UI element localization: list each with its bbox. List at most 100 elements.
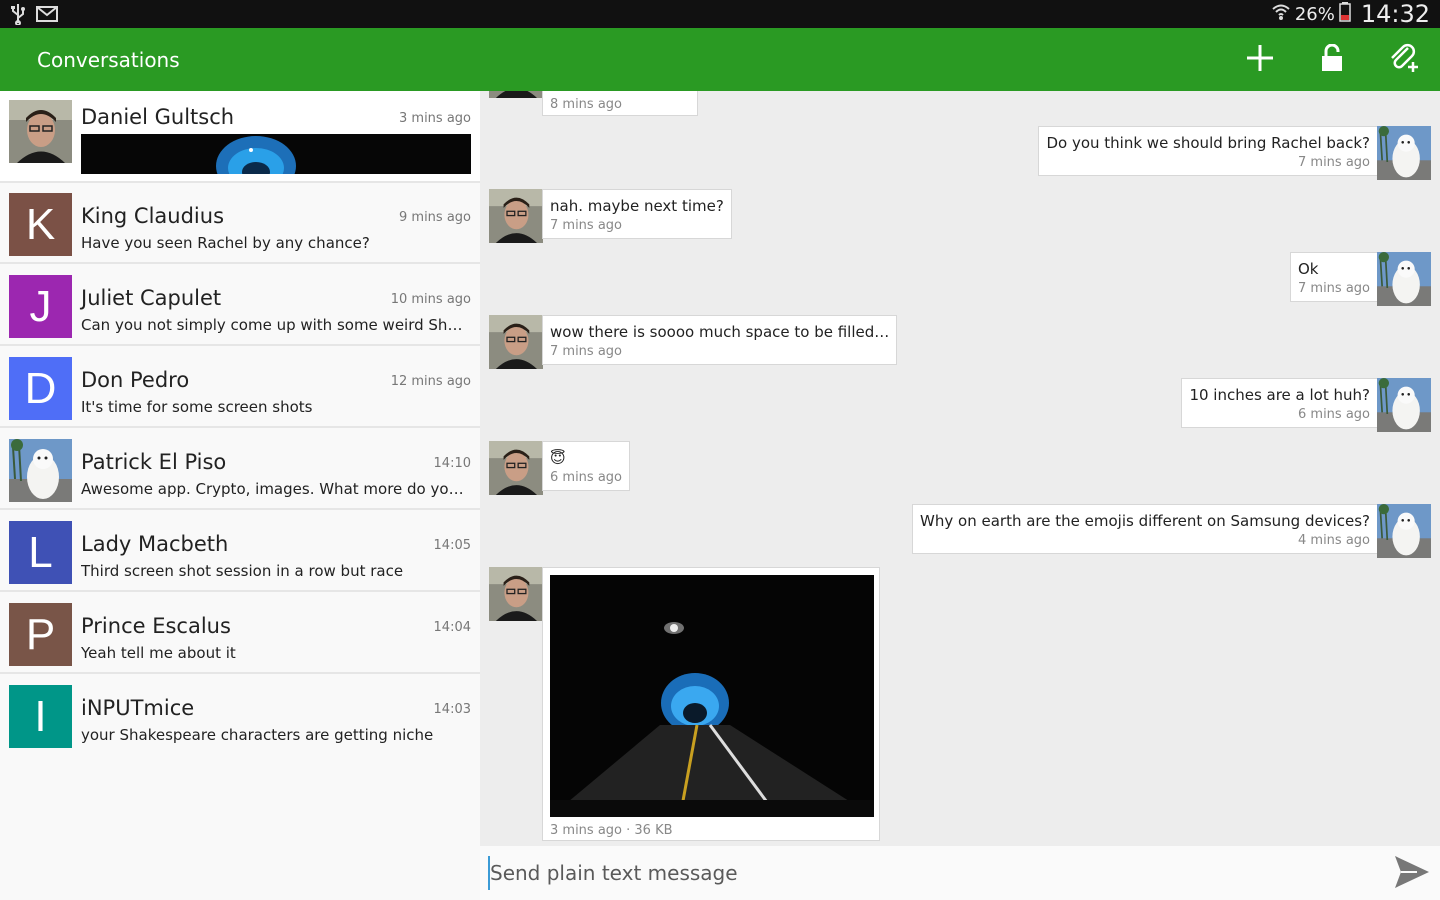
conversation-item[interactable]: K King Claudius 9 mins ago Have you seen… — [0, 184, 480, 264]
message-bubble[interactable]: Do you think we should bring Rachel back… — [1038, 126, 1378, 176]
avatar-letter: K — [25, 199, 56, 249]
gmail-icon — [36, 6, 58, 26]
avatar-letter: I — [34, 691, 47, 741]
conversation-name: Lady Macbeth — [81, 532, 229, 556]
conversation-preview: It's time for some screen shots — [81, 398, 313, 416]
conversation-item[interactable]: I iNPUTmice 14:03 your Shakespeare chara… — [0, 676, 480, 756]
message-bubble[interactable]: nah. maybe next time? 7 mins ago — [542, 189, 732, 239]
conversation-preview: your Shakespeare characters are getting … — [81, 726, 434, 744]
avatar — [1377, 126, 1431, 180]
message-text: 😇 — [550, 449, 566, 467]
usb-icon — [10, 3, 26, 29]
conversation-item[interactable]: Patrick El Piso 14:10 Awesome app. Crypt… — [0, 430, 480, 510]
conversation-preview: Awesome app. Crypto, images. What more d… — [81, 480, 471, 498]
status-bar: 26% 14:32 — [0, 0, 1440, 28]
conversation-name: Prince Escalus — [81, 614, 231, 638]
attach-button[interactable] — [1368, 28, 1440, 91]
message-list[interactable]: 8 mins ago Do you think we should bring … — [480, 91, 1440, 846]
conversation-preview: Can you not simply come up with some wei… — [81, 316, 471, 334]
message-bubble[interactable]: Ok 7 mins ago — [1290, 252, 1378, 302]
conversation-time: 14:04 — [433, 620, 471, 635]
message-meta: 3 mins ago · 36 KB — [550, 823, 673, 838]
message-input[interactable] — [488, 856, 1368, 890]
conversation-name: Daniel Gultsch — [81, 105, 235, 129]
message-bubble[interactable]: 8 mins ago — [542, 91, 698, 116]
avatar: I — [9, 685, 72, 748]
battery-icon — [1339, 1, 1351, 27]
message-text: nah. maybe next time? — [550, 197, 724, 215]
conversation-item[interactable]: J Juliet Capulet 10 mins ago Can you not… — [0, 266, 480, 346]
avatar — [1377, 378, 1431, 432]
avatar-letter: D — [24, 363, 57, 413]
conversation-preview: Third screen shot session in a row but r… — [81, 562, 404, 580]
avatar — [489, 91, 543, 98]
conversation-time: 3 mins ago — [399, 111, 471, 126]
compose-bar — [480, 846, 1440, 900]
lock-icon — [1321, 43, 1343, 76]
avatar: K — [9, 193, 72, 256]
app-bar: Conversations — [0, 28, 1440, 91]
message-image[interactable] — [550, 575, 874, 817]
conversation-item[interactable]: L Lady Macbeth 14:05 Third screen shot s… — [0, 512, 480, 592]
avatar — [9, 100, 72, 163]
message-text: Do you think we should bring Rachel back… — [1046, 134, 1370, 152]
message-bubble[interactable]: wow there is soooo much space to be fill… — [542, 315, 898, 365]
message-text: wow there is soooo much space to be fill… — [550, 323, 890, 341]
avatar — [489, 441, 543, 495]
avatar — [489, 189, 543, 243]
conversation-time: 9 mins ago — [399, 210, 471, 225]
avatar: J — [9, 275, 72, 338]
conversation-time: 14:05 — [433, 538, 471, 553]
battery-percent: 26% — [1294, 3, 1335, 25]
add-icon — [1245, 43, 1275, 77]
avatar: L — [9, 521, 72, 584]
conversation-item[interactable]: D Don Pedro 12 mins ago It's time for so… — [0, 348, 480, 428]
message-text: Ok — [1298, 260, 1319, 278]
attach-icon — [1388, 42, 1420, 78]
message-text: 10 inches are a lot huh? — [1189, 386, 1370, 404]
message-bubble[interactable]: 3 mins ago · 36 KB — [542, 567, 880, 841]
message-bubble[interactable]: Why on earth are the emojis different on… — [912, 504, 1378, 554]
avatar-letter: J — [29, 281, 52, 331]
message-meta: 8 mins ago — [550, 97, 622, 112]
message-meta: 7 mins ago — [550, 218, 622, 233]
conversation-time: 14:10 — [433, 456, 471, 471]
conversation-time: 14:03 — [433, 702, 471, 717]
message-text: Why on earth are the emojis different on… — [920, 512, 1370, 530]
conversation-time: 10 mins ago — [390, 292, 471, 307]
conversation-list: Daniel Gultsch 3 mins ago K King Claudiu… — [0, 91, 480, 900]
message-bubble[interactable]: 😇 6 mins ago — [542, 441, 630, 491]
conversation-item[interactable]: Daniel Gultsch 3 mins ago — [0, 91, 480, 183]
message-meta: 7 mins ago — [1298, 155, 1370, 170]
conversation-name: Don Pedro — [81, 368, 190, 392]
app-title: Conversations — [37, 48, 180, 72]
avatar — [9, 439, 72, 502]
message-meta: 6 mins ago — [550, 470, 622, 485]
conversation-name: King Claudius — [81, 204, 225, 228]
message-meta: 7 mins ago — [1298, 281, 1370, 296]
message-meta: 7 mins ago — [550, 344, 622, 359]
conversation-preview: Yeah tell me about it — [81, 644, 236, 662]
send-icon — [1393, 854, 1431, 894]
conversation-name: iNPUTmice — [81, 696, 195, 720]
avatar — [489, 315, 543, 369]
avatar — [1377, 252, 1431, 306]
conversation-name: Patrick El Piso — [81, 450, 227, 474]
wifi-icon — [1271, 3, 1291, 26]
avatar — [489, 567, 543, 621]
avatar — [1377, 504, 1431, 558]
message-bubble[interactable]: 10 inches are a lot huh? 6 mins ago — [1181, 378, 1378, 428]
conversation-item[interactable]: P Prince Escalus 14:04 Yeah tell me abou… — [0, 594, 480, 674]
avatar: D — [9, 357, 72, 420]
clock: 14:32 — [1360, 0, 1430, 28]
avatar: P — [9, 603, 72, 666]
encryption-button[interactable] — [1296, 28, 1368, 91]
message-meta: 6 mins ago — [1298, 407, 1370, 422]
send-button[interactable] — [1392, 854, 1432, 894]
conversation-preview: Have you seen Rachel by any chance? — [81, 234, 370, 252]
conversation-time: 12 mins ago — [390, 374, 471, 389]
conversation-image-preview — [81, 134, 471, 174]
new-conversation-button[interactable] — [1224, 28, 1296, 91]
avatar-letter: P — [25, 609, 56, 659]
message-meta: 4 mins ago — [1298, 533, 1370, 548]
